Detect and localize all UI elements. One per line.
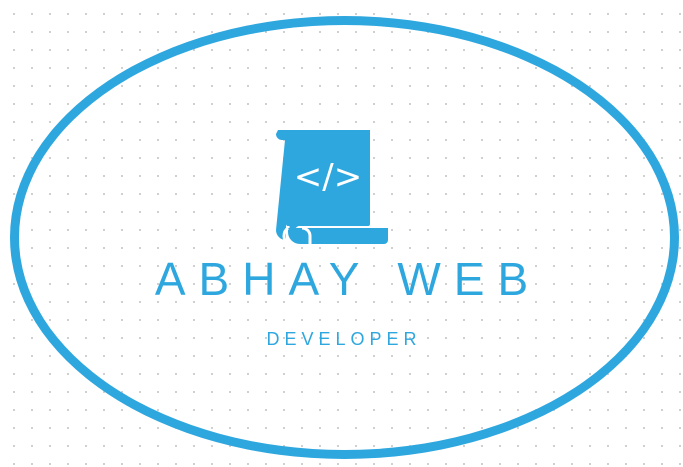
code-symbol: </> (294, 157, 362, 197)
brand-tagline: DEVELOPER (266, 329, 422, 349)
logo-canvas: </> ABHAY WEB DEVELOPER (0, 0, 683, 467)
brand-name: ABHAY WEB (154, 253, 542, 305)
scroll-bottom-roll (288, 228, 388, 244)
scroll-code-icon: </> (276, 130, 388, 246)
